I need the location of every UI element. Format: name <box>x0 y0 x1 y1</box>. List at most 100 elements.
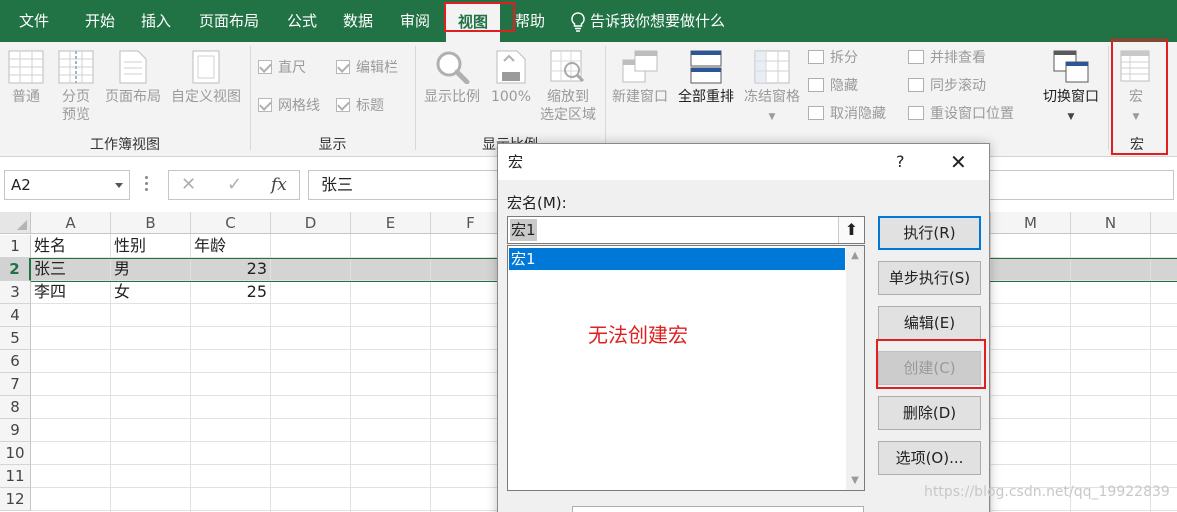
tab-page-layout[interactable]: 页面布局 <box>190 0 268 42</box>
macro-list[interactable]: 宏1 ▲ ▼ <box>507 245 865 491</box>
list-scrollbar[interactable]: ▲ ▼ <box>846 246 864 490</box>
zoom-100-button[interactable]: 100% <box>488 50 534 106</box>
arrange-all-button[interactable]: 全部重排 <box>674 50 738 106</box>
cell-c3[interactable]: 25 <box>191 281 271 304</box>
headings-checkbox[interactable]: 标题 <box>336 96 384 116</box>
normal-view-label: 普通 <box>12 89 40 105</box>
close-icon[interactable]: ✕ <box>950 144 967 180</box>
column-header-d[interactable]: D <box>271 212 351 234</box>
page-break-preview-icon <box>58 50 94 84</box>
tab-help[interactable]: 帮助 <box>504 0 556 42</box>
reset-window-position-button[interactable]: 重设窗口位置 <box>908 104 1014 124</box>
cell-a2[interactable]: 张三 <box>31 258 111 281</box>
ruler-checkbox[interactable]: 直尺 <box>258 58 306 78</box>
page-layout-view-label: 页面布局 <box>105 89 161 105</box>
delete-button[interactable]: 删除(D) <box>878 396 981 430</box>
gridlines-label: 网格线 <box>278 98 320 114</box>
sync-scroll-icon <box>908 78 924 92</box>
zoom-button[interactable]: 显示比例 <box>420 50 484 106</box>
run-button[interactable]: 执行(R) <box>878 216 981 250</box>
formula-bar-grip-icon[interactable] <box>145 176 149 194</box>
dialog-title-bar: 宏 ? ✕ <box>498 144 989 180</box>
side-by-side-icon <box>908 50 924 64</box>
chevron-up-icon[interactable]: ▲ <box>846 250 864 261</box>
options-button[interactable]: 选项(O)... <box>878 441 981 475</box>
cell-b2[interactable]: 男 <box>111 258 191 281</box>
view-side-by-side-button[interactable]: 并排查看 <box>908 48 986 68</box>
chevron-down-icon[interactable]: ▼ <box>846 475 864 486</box>
sync-scroll-button[interactable]: 同步滚动 <box>908 76 986 96</box>
tab-formulas[interactable]: 公式 <box>276 0 328 42</box>
page-layout-view-button[interactable]: 页面布局 <box>102 50 164 106</box>
cell-b3[interactable]: 女 <box>111 281 191 304</box>
switch-windows-icon <box>1053 50 1089 83</box>
cell-a3[interactable]: 李四 <box>31 281 111 304</box>
name-box[interactable]: A2 <box>4 170 130 200</box>
cell-c2[interactable]: 23 <box>191 258 271 281</box>
zoom-to-selection-icon <box>550 50 585 83</box>
tab-review[interactable]: 审阅 <box>389 0 441 42</box>
row-header-5[interactable]: 5 <box>0 327 31 350</box>
column-header-a[interactable]: A <box>31 212 111 234</box>
step-into-button[interactable]: 单步执行(S) <box>878 261 981 295</box>
freeze-panes-button[interactable]: 冻结窗格 ▼ <box>740 50 804 126</box>
ribbon-view: 普通 分页 预览 页面布局 自定义视图 工作簿视图 直尺 编辑栏 网格线 标题 … <box>0 42 1177 157</box>
macros-button[interactable]: 宏 ▼ <box>1114 50 1158 126</box>
row-header-8[interactable]: 8 <box>0 396 31 419</box>
row-header-10[interactable]: 10 <box>0 442 31 465</box>
column-header-e[interactable]: E <box>351 212 431 234</box>
cell-c1[interactable]: 年龄 <box>191 235 271 258</box>
ribbon-tab-bar: 文件 开始 插入 页面布局 公式 数据 审阅 视图 帮助 告诉我你想要做什么 <box>0 0 1177 42</box>
chevron-down-icon[interactable] <box>115 183 123 188</box>
insert-function-icon[interactable]: fx <box>271 171 287 199</box>
column-header-b[interactable]: B <box>111 212 191 234</box>
row-header-7[interactable]: 7 <box>0 373 31 396</box>
column-header-m[interactable]: M <box>991 212 1071 234</box>
help-icon[interactable]: ? <box>896 144 905 180</box>
custom-views-icon <box>192 50 220 84</box>
collapse-arrow-icon[interactable]: ⬆ <box>838 217 864 243</box>
group-separator <box>1108 46 1109 150</box>
column-header-o[interactable]: O <box>1151 212 1177 234</box>
cell-a1[interactable]: 姓名 <box>31 235 111 258</box>
row-header-11[interactable]: 11 <box>0 465 31 488</box>
row-header-2[interactable]: 2 <box>0 258 31 281</box>
unhide-button[interactable]: 取消隐藏 <box>808 104 886 124</box>
cell-b1[interactable]: 性别 <box>111 235 191 258</box>
page-break-preview-button[interactable]: 分页 预览 <box>54 50 98 124</box>
tab-data[interactable]: 数据 <box>332 0 384 42</box>
enter-icon[interactable]: ✓ <box>227 171 242 199</box>
normal-view-button[interactable]: 普通 <box>4 50 48 106</box>
tab-insert[interactable]: 插入 <box>130 0 182 42</box>
row-header-4[interactable]: 4 <box>0 304 31 327</box>
split-button[interactable]: 拆分 <box>808 48 858 68</box>
row-header-1[interactable]: 1 <box>0 235 31 258</box>
new-window-button[interactable]: 新建窗口 <box>608 50 672 106</box>
zoom-to-selection-button[interactable]: 缩放到 选定区域 <box>536 50 600 124</box>
column-header-n[interactable]: N <box>1071 212 1151 234</box>
row-header-6[interactable]: 6 <box>0 350 31 373</box>
tell-me-search[interactable]: 告诉我你想要做什么 <box>570 0 725 42</box>
tab-view[interactable]: 视图 <box>446 4 500 42</box>
arrange-all-label: 全部重排 <box>678 89 734 105</box>
tab-home[interactable]: 开始 <box>74 0 126 42</box>
hide-button[interactable]: 隐藏 <box>808 76 858 96</box>
row-header-12[interactable]: 12 <box>0 488 31 511</box>
column-header-c[interactable]: C <box>191 212 271 234</box>
tab-file[interactable]: 文件 <box>8 0 60 42</box>
ruler-label: 直尺 <box>278 60 306 76</box>
cancel-icon[interactable]: ✕ <box>181 171 196 199</box>
custom-views-button[interactable]: 自定义视图 <box>166 50 246 106</box>
macro-name-input[interactable]: 宏1 ⬆ <box>507 216 865 244</box>
formula-bar-checkbox[interactable]: 编辑栏 <box>336 58 398 78</box>
gridlines-checkbox[interactable]: 网格线 <box>258 96 320 116</box>
macros-in-dropdown[interactable] <box>572 506 864 512</box>
row-header-3[interactable]: 3 <box>0 281 31 304</box>
switch-windows-button[interactable]: 切换窗口 ▼ <box>1034 50 1108 126</box>
zoom-label: 显示比例 <box>424 89 480 105</box>
reset-window-icon <box>908 106 924 120</box>
row-header-9[interactable]: 9 <box>0 419 31 442</box>
list-item[interactable]: 宏1 <box>509 248 845 270</box>
edit-button[interactable]: 编辑(E) <box>878 306 981 340</box>
select-all-button[interactable] <box>0 212 31 234</box>
